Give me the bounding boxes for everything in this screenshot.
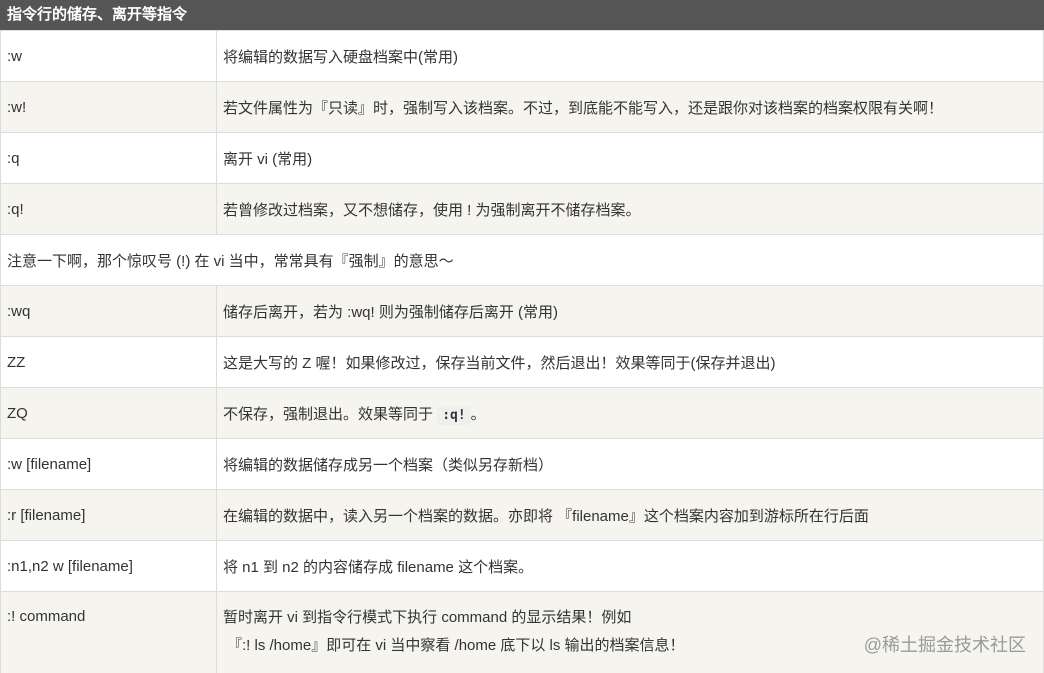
command-cell: :! command bbox=[0, 591, 217, 673]
page: 指令行的储存、离开等指令 :w 将编辑的数据写入硬盘档案中(常用) :w! 若文… bbox=[0, 0, 1044, 673]
table-row: ZQ 不保存，强制退出。效果等同于 :q!。 bbox=[0, 387, 1044, 439]
description-cell: 若曾修改过档案，又不想储存，使用 ! 为强制离开不储存档案。 bbox=[216, 183, 1044, 235]
table-row-note: 注意一下啊，那个惊叹号 (!) 在 vi 当中，常常具有『强制』的意思～ bbox=[0, 234, 1044, 286]
command-cell: :q bbox=[0, 132, 217, 184]
description-cell: 这是大写的 Z 喔！如果修改过，保存当前文件，然后退出！效果等同于(保存并退出) bbox=[216, 336, 1044, 388]
watermark: @稀土掘金技术社区 bbox=[863, 635, 1026, 655]
command-table: :w 将编辑的数据写入硬盘档案中(常用) :w! 若文件属性为『只读』时，强制写… bbox=[0, 30, 1044, 673]
description-cell: 储存后离开，若为 :wq! 则为强制储存后离开 (常用) bbox=[216, 285, 1044, 337]
description-cell: 若文件属性为『只读』时，强制写入该档案。不过，到底能不能写入，还是跟你对该档案的… bbox=[216, 81, 1044, 133]
command-cell: :r [filename] bbox=[0, 489, 217, 541]
command-cell: :w [filename] bbox=[0, 438, 217, 490]
table-row: :wq 储存后离开，若为 :wq! 则为强制储存后离开 (常用) bbox=[0, 285, 1044, 337]
command-cell: ZZ bbox=[0, 336, 217, 388]
command-cell: :n1,n2 w [filename] bbox=[0, 540, 217, 592]
description-cell: 将编辑的数据储存成另一个档案（类似另存新档） bbox=[216, 438, 1044, 490]
note-cell: 注意一下啊，那个惊叹号 (!) 在 vi 当中，常常具有『强制』的意思～ bbox=[0, 234, 1044, 286]
description-cell: 不保存，强制退出。效果等同于 :q!。 bbox=[216, 387, 1044, 439]
table-row: :n1,n2 w [filename] 将 n1 到 n2 的内容储存成 fil… bbox=[0, 540, 1044, 592]
table-row: :w! 若文件属性为『只读』时，强制写入该档案。不过，到底能不能写入，还是跟你对… bbox=[0, 81, 1044, 133]
command-cell: :w! bbox=[0, 81, 217, 133]
command-cell: ZQ bbox=[0, 387, 217, 439]
table-header-title: 指令行的储存、离开等指令 bbox=[0, 0, 1044, 30]
description-cell: 将 n1 到 n2 的内容储存成 filename 这个档案。 bbox=[216, 540, 1044, 592]
inline-code: :q! bbox=[437, 405, 471, 425]
command-cell: :w bbox=[0, 30, 217, 82]
table-row: :q! 若曾修改过档案，又不想储存，使用 ! 为强制离开不储存档案。 bbox=[0, 183, 1044, 235]
description-cell: 在编辑的数据中，读入另一个档案的数据。亦即将 『filename』这个档案内容加… bbox=[216, 489, 1044, 541]
description-cell: 离开 vi (常用) bbox=[216, 132, 1044, 184]
table-row: ZZ 这是大写的 Z 喔！如果修改过，保存当前文件，然后退出！效果等同于(保存并… bbox=[0, 336, 1044, 388]
command-cell: :wq bbox=[0, 285, 217, 337]
description-text-end: 。 bbox=[470, 405, 486, 423]
table-row: :q 离开 vi (常用) bbox=[0, 132, 1044, 184]
description-line-1: 暂时离开 vi 到指令行模式下执行 command 的显示结果！例如 bbox=[223, 609, 632, 626]
command-cell: :q! bbox=[0, 183, 217, 235]
table-row: :r [filename] 在编辑的数据中，读入另一个档案的数据。亦即将 『fi… bbox=[0, 489, 1044, 541]
description-text: 不保存，强制退出。效果等同于 bbox=[223, 405, 434, 423]
description-cell: 将编辑的数据写入硬盘档案中(常用) bbox=[216, 30, 1044, 82]
table-row: :w 将编辑的数据写入硬盘档案中(常用) bbox=[0, 30, 1044, 82]
table-row: :w [filename] 将编辑的数据储存成另一个档案（类似另存新档） bbox=[0, 438, 1044, 490]
